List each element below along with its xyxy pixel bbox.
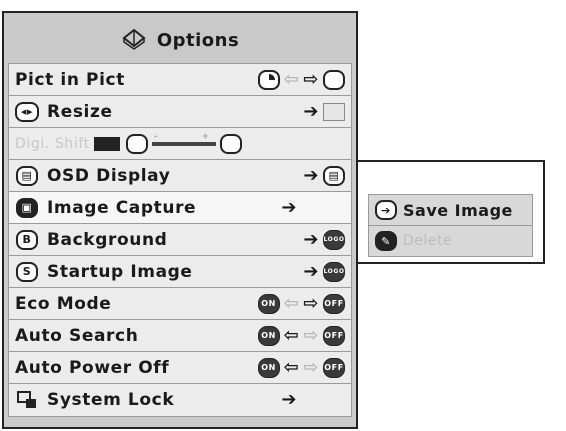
menu-item-label: Auto Power Off <box>15 357 170 378</box>
off-badge[interactable]: OFF <box>323 325 345 346</box>
menu-item-label: Eco Mode <box>15 293 112 314</box>
save-image-icon: ➔ <box>375 200 397 220</box>
menu-item-startup-image[interactable]: S Startup Image ➔ LOGO <box>9 256 351 288</box>
arrow-left-icon: ⇦ <box>283 68 300 90</box>
digi-shift-up-icon <box>219 133 242 154</box>
submenu-item-save-image[interactable]: ➔ Save Image <box>369 195 532 226</box>
menu-item-label: Auto Search <box>15 325 139 346</box>
menu-item-auto-search[interactable]: Auto Search ON ⇦ ⇨ OFF <box>9 320 351 352</box>
digi-shift-slider: - + <box>151 132 216 146</box>
arrow-right-icon: ⇨ <box>303 68 319 90</box>
arrow-right-icon: ⇨ <box>303 292 319 314</box>
menu-item-label: Digi. Shift <box>15 135 90 152</box>
menu-item-osd-display[interactable]: ▤ OSD Display ➔ ▤ <box>9 160 351 192</box>
arrow-right-icon: ➔ <box>281 196 297 218</box>
resize-icon: ◂▸ <box>15 101 39 122</box>
menu-item-label: Pict in Pict <box>15 69 125 90</box>
submenu-item-delete: ✎ Delete <box>369 226 532 256</box>
on-badge[interactable]: ON <box>257 357 280 378</box>
menu-item-digi-shift: Digi. Shift - + <box>9 128 351 160</box>
arrow-left-icon: ⇦ <box>283 292 300 314</box>
image-capture-icon: ▣ <box>15 197 39 218</box>
menu-item-label: Background <box>47 229 168 250</box>
menu-item-system-lock[interactable]: System Lock ➔ <box>9 384 351 416</box>
delete-icon: ✎ <box>375 231 397 251</box>
menu-item-resize[interactable]: ◂▸ Resize ➔ <box>9 96 351 128</box>
on-badge[interactable]: ON <box>257 325 280 346</box>
menu-item-auto-power-off[interactable]: Auto Power Off ON ⇦ ⇨ OFF <box>9 352 351 384</box>
arrow-right-icon: ➔ <box>303 260 319 282</box>
pip-off-icon[interactable] <box>323 69 345 90</box>
menu-title: Options <box>8 17 352 63</box>
menu-item-label: Resize <box>47 101 113 122</box>
submenu-item-label: Save Image <box>403 200 513 220</box>
arrow-right-icon: ➔ <box>303 164 319 186</box>
submenu-rows: ➔ Save Image ✎ Delete <box>368 194 533 257</box>
menu-item-label: System Lock <box>47 390 175 410</box>
arrow-left-icon: ⇦ <box>283 356 300 378</box>
menu-rows: Pict in Pict ⇦ ⇨ ◂▸ Resize ➔ Digi. Shift… <box>8 63 352 417</box>
submenu-item-label: Delete <box>403 233 452 249</box>
pip-options: ⇦ ⇨ <box>257 64 345 95</box>
on-badge[interactable]: ON <box>257 293 280 314</box>
arrow-right-icon: ⇨ <box>303 324 319 346</box>
off-badge[interactable]: OFF <box>323 293 345 314</box>
options-menu: Options Pict in Pict ⇦ ⇨ ◂▸ Resize ➔ Dig… <box>2 11 358 429</box>
system-lock-icon <box>15 390 39 410</box>
arrow-right-icon: ➔ <box>281 389 297 410</box>
startup-image-icon: S <box>15 261 39 282</box>
logo-icon: LOGO <box>323 261 345 282</box>
menu-title-text: Options <box>156 29 240 51</box>
digi-shift-swatch <box>93 136 120 151</box>
osd-display-icon: ▤ <box>15 165 39 186</box>
menu-item-label: Image Capture <box>47 197 197 218</box>
picture-icon <box>323 102 345 121</box>
image-capture-submenu: ➔ Save Image ✎ Delete <box>356 160 545 264</box>
menu-item-eco-mode[interactable]: Eco Mode ON ⇦ ⇨ OFF <box>9 288 351 320</box>
menu-item-pict-in-pict[interactable]: Pict in Pict ⇦ ⇨ <box>9 64 351 96</box>
digi-shift-down-icon <box>125 133 148 154</box>
arrow-left-icon: ⇦ <box>283 324 300 346</box>
options-icon <box>121 26 147 55</box>
arrow-right-icon: ➔ <box>303 228 319 250</box>
menu-item-label: OSD Display <box>47 165 171 186</box>
arrow-right-icon: ➔ <box>303 100 319 122</box>
menu-item-image-capture[interactable]: ▣ Image Capture ➔ <box>9 192 351 224</box>
osd-value-icon: ▤ <box>323 165 345 186</box>
logo-icon: LOGO <box>323 229 345 250</box>
background-icon: B <box>15 229 39 250</box>
menu-item-background[interactable]: B Background ➔ LOGO <box>9 224 351 256</box>
pip-on-icon[interactable] <box>257 69 280 90</box>
arrow-right-icon: ⇨ <box>303 356 319 378</box>
off-badge[interactable]: OFF <box>323 357 345 378</box>
menu-item-label: Startup Image <box>47 261 193 282</box>
